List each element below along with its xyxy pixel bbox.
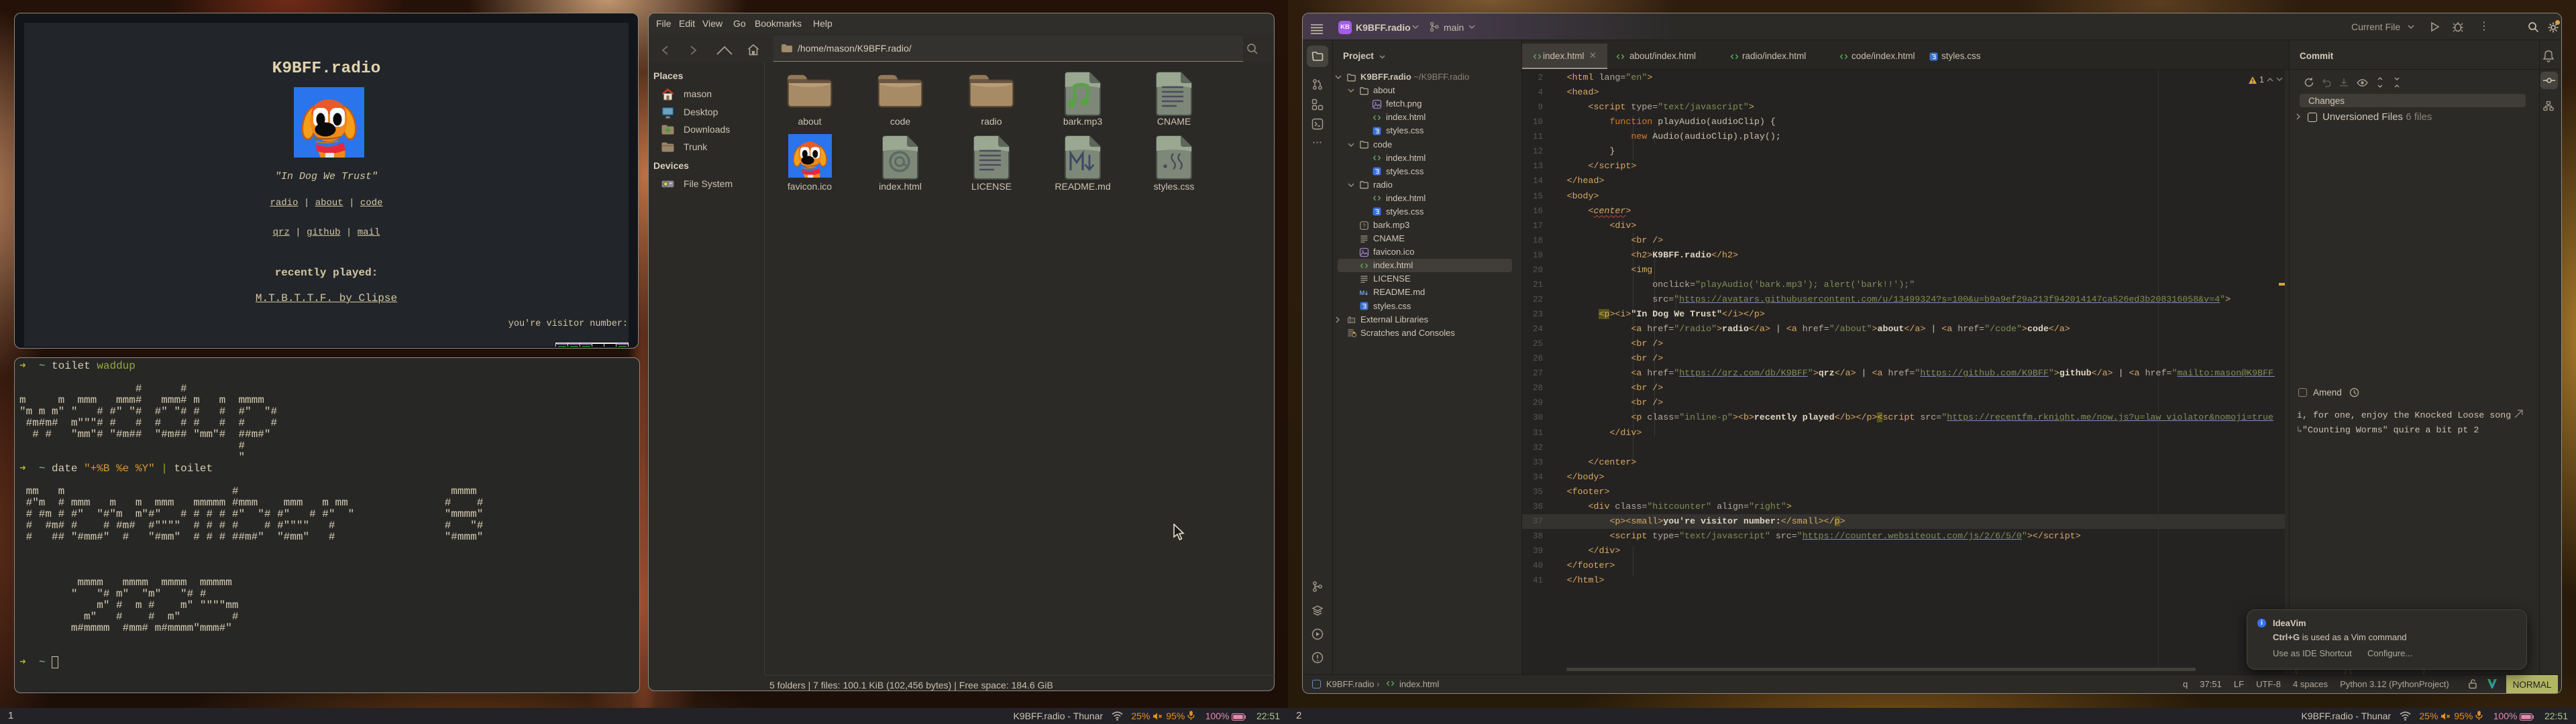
svg-text:?: ? — [1362, 222, 1366, 229]
svg-text:M: M — [1360, 290, 1365, 297]
